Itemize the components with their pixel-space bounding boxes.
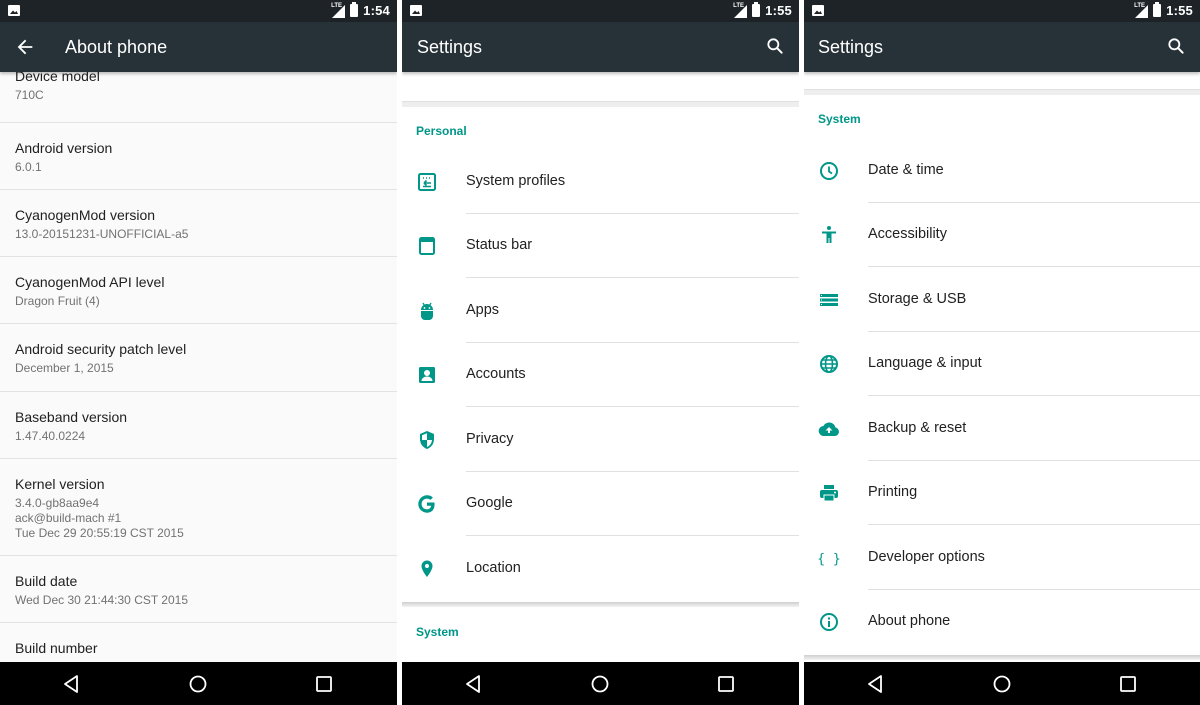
clock: 1:55 [765,3,792,18]
settings-screen-system: LTE 1:55 Settings System Date & time Acc… [804,0,1200,705]
settings-item-accessibility[interactable]: Accessibility [804,203,1200,267]
settings-item-privacy[interactable]: Privacy [402,408,799,472]
nav-recents-icon[interactable] [715,673,737,695]
settings-item-backup-reset[interactable]: Backup & reset [804,397,1200,461]
settings-item-system-profiles[interactable]: System profiles [402,150,799,214]
globe-icon [820,355,838,373]
braces-icon: { } [818,552,840,567]
nav-back-icon[interactable] [865,673,887,695]
list-item-android-version[interactable]: Android version 6.0.1 [0,123,397,190]
settings-item-google[interactable]: Google [402,472,799,536]
page-title: About phone [65,37,168,57]
about-phone-list[interactable]: Device model 710C Android version 6.0.1 … [0,72,397,662]
navigation-bar [402,662,799,705]
section-divider [402,101,799,107]
list-item-cyanogenmod-api-level[interactable]: CyanogenMod API level Dragon Fruit (4) [0,257,397,324]
navigation-bar [0,662,397,705]
image-notification-icon [812,5,824,16]
list-item-baseband-version[interactable]: Baseband version 1.47.40.0224 [0,392,397,459]
nav-recents-icon[interactable] [313,673,335,695]
lte-signal-icon: LTE [331,3,346,18]
category-header-system: System [416,625,459,639]
settings-item-date-time[interactable]: Date & time [804,139,1200,203]
list-item-cyanogenmod-version[interactable]: CyanogenMod version 13.0-20151231-UNOFFI… [0,190,397,257]
nav-home-icon[interactable] [187,673,209,695]
cloud-upload-icon [818,422,839,437]
list-item-build-number[interactable]: Build number [0,623,397,662]
google-g-icon [418,495,435,513]
settings-list[interactable]: System Date & time Accessibility Storage… [804,72,1200,662]
nav-home-icon[interactable] [589,673,611,695]
clock: 1:55 [1166,3,1193,18]
nav-back-icon[interactable] [463,673,485,695]
android-icon [421,302,433,320]
settings-item-status-bar[interactable]: Status bar [402,214,799,278]
account-box-icon [419,367,435,383]
settings-item-about-phone[interactable]: About phone [804,590,1200,654]
settings-list[interactable]: Users Personal System profiles Status ba… [402,72,799,662]
app-bar: Settings [804,22,1200,72]
settings-item-accounts[interactable]: Accounts [402,343,799,407]
section-divider [804,89,1200,95]
section-divider [804,655,1200,660]
category-header-personal: Personal [416,124,467,138]
list-item-security-patch-level[interactable]: Android security patch level December 1,… [0,324,397,392]
battery-icon [350,2,359,17]
clock: 1:54 [363,3,390,18]
app-bar: About phone [0,22,397,72]
battery-icon [752,2,761,17]
settings-item-storage-usb[interactable]: Storage & USB [804,268,1200,332]
search-icon[interactable] [765,36,785,56]
image-notification-icon [8,5,20,16]
storage-icon [820,294,838,306]
list-item-kernel-version[interactable]: Kernel version 3.4.0-gb8aa9e4 ack@build-… [0,459,397,556]
about-phone-screen: LTE 1:54 About phone Device model 710C A… [0,0,397,705]
search-icon[interactable] [1166,36,1186,56]
printer-icon [820,485,838,502]
section-divider [402,602,799,607]
status-bar-icon [419,237,435,255]
image-notification-icon [410,5,422,16]
system-profiles-icon [418,173,436,191]
category-header-system: System [818,112,861,126]
arrow-back-icon[interactable] [14,36,36,58]
nav-home-icon[interactable] [991,673,1013,695]
info-icon [820,613,838,631]
shield-icon [420,431,434,449]
navigation-bar [804,662,1200,705]
settings-item-apps[interactable]: Apps [402,279,799,343]
status-bar: LTE 1:55 [804,0,1200,22]
settings-item-developer-options[interactable]: { } Developer options [804,526,1200,590]
settings-item-printing[interactable]: Printing [804,461,1200,525]
accessibility-icon [822,226,836,243]
list-item-build-date[interactable]: Build date Wed Dec 30 21:44:30 CST 2015 [0,556,397,623]
nav-recents-icon[interactable] [1117,673,1139,695]
lte-signal-icon: LTE [733,3,748,18]
nav-back-icon[interactable] [61,673,83,695]
lte-signal-icon: LTE [1134,3,1149,18]
settings-screen-personal: LTE 1:55 Settings Users Personal System … [402,0,799,705]
page-title: Settings [818,37,884,57]
clock-icon [820,162,838,180]
status-bar: LTE 1:55 [402,0,799,22]
page-title: Settings [417,37,483,57]
settings-item-language-input[interactable]: Language & input [804,332,1200,396]
battery-icon [1153,2,1162,17]
app-bar: Settings [402,22,799,72]
location-pin-icon [421,560,433,577]
svg-text:{ }: { } [818,552,840,567]
list-item-device-model[interactable]: Device model 710C [0,72,397,123]
status-bar: LTE 1:54 [0,0,397,22]
settings-item-location[interactable]: Location [402,537,799,601]
